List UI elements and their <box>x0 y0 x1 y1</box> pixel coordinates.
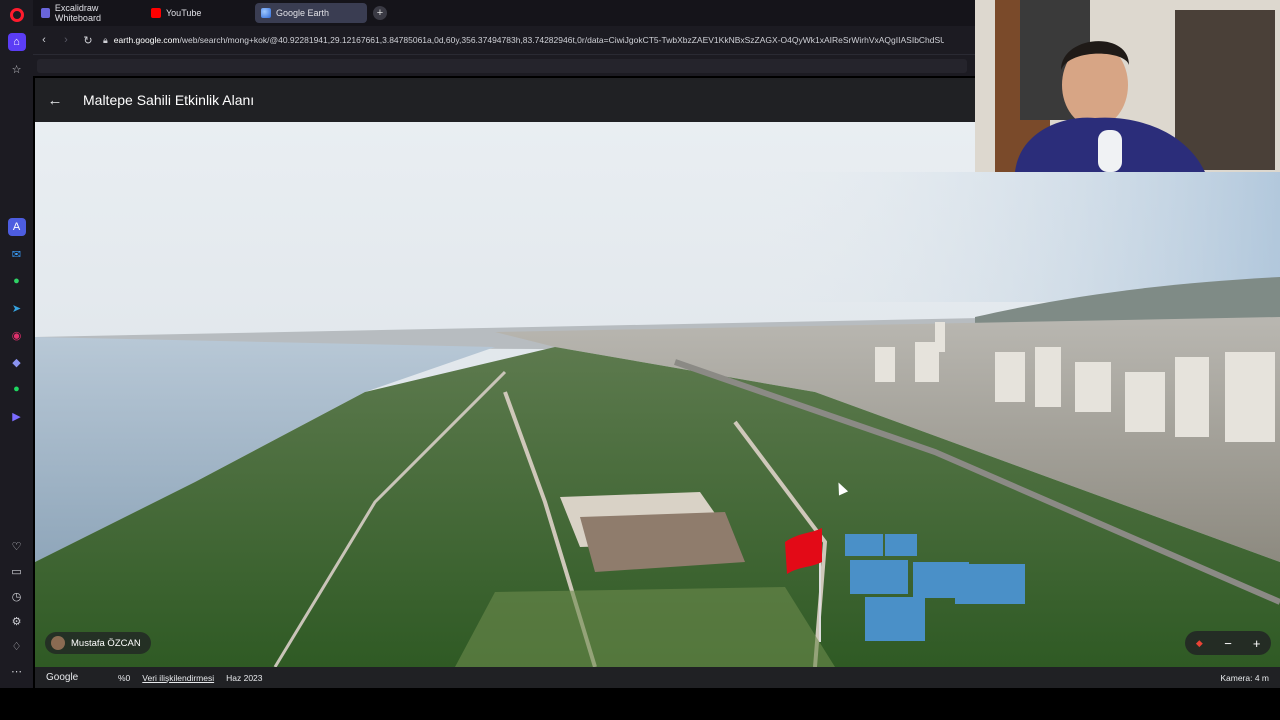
back-arrow-icon[interactable]: ← <box>35 92 75 109</box>
photo-attribution-chip[interactable]: Mustafa ÖZCAN <box>45 632 151 654</box>
excalidraw-icon <box>41 8 50 18</box>
whatsapp-icon[interactable]: ● <box>8 272 26 290</box>
author-name: Mustafa ÖZCAN <box>71 637 141 649</box>
instagram-icon[interactable]: ◉ <box>8 326 26 344</box>
data-attribution-link[interactable]: Veri ilişkilendirmesi <box>142 673 214 683</box>
google-earth-icon <box>261 8 271 18</box>
tab-youtube[interactable]: YouTube <box>145 3 253 23</box>
settings-icon[interactable]: ⚙ <box>8 612 26 630</box>
zoom-out-button[interactable]: − <box>1217 636 1239 651</box>
address-bar: ‹ › ↻ 🔒︎ earth.google.com/web/search/mon… <box>33 26 975 54</box>
compass-icon[interactable]: ◆ <box>1188 638 1210 649</box>
page-title: Maltepe Sahili Etkinlik Alanı <box>83 92 255 108</box>
tab-excalidraw[interactable]: Excalidraw Whiteboard <box>35 3 143 23</box>
tab-label: Excalidraw Whiteboard <box>54 3 101 23</box>
map-controls: ◆ − + <box>1185 631 1271 655</box>
forward-icon[interactable]: › <box>55 34 77 46</box>
youtube-icon <box>151 8 161 18</box>
author-avatar <box>51 636 65 650</box>
earth-footer: Google %0 Veri ilişkilendirmesi Haz 2023… <box>35 667 1280 688</box>
tab-label: Google Earth <box>276 8 330 18</box>
google-logo: Google <box>46 672 79 683</box>
opera-icon[interactable] <box>8 6 26 24</box>
aerial-photo[interactable] <box>35 122 1280 667</box>
aerial-view-image <box>35 122 1280 667</box>
tab-google-earth[interactable]: Google Earth <box>255 3 367 23</box>
tab-bar: Excalidraw Whiteboard YouTube Google Ear… <box>33 0 975 26</box>
reload-icon[interactable]: ↻ <box>77 34 99 47</box>
telegram-icon[interactable]: ➤ <box>8 299 26 317</box>
tab-label: YouTube <box>166 8 202 18</box>
url-field[interactable]: earth.google.com/web/search/mong+kok/@40… <box>114 35 944 45</box>
new-tab-button[interactable]: + <box>373 6 387 20</box>
history-icon[interactable]: ◷ <box>8 587 26 605</box>
browser-sidebar: ⌂ ☆ A ✉ ● ➤ ◉ ◆ ● ▶ ♡ ▭ ◷ ⚙ ♢ ⋯ <box>0 0 33 688</box>
more-icon[interactable]: ⋯ <box>8 662 26 680</box>
player-icon[interactable]: ▶ <box>8 407 26 425</box>
lightbulb-icon[interactable]: ♢ <box>8 637 26 655</box>
imagery-date: Haz 2023 <box>226 672 263 683</box>
bookmark-strip <box>37 59 967 73</box>
camera-altitude: Kamera: 4 m <box>1220 672 1269 683</box>
star-icon[interactable]: ☆ <box>8 60 26 78</box>
lock-icon: 🔒︎ <box>103 34 108 45</box>
scale-label: %0 <box>118 672 131 683</box>
back-icon[interactable]: ‹ <box>33 34 55 46</box>
messenger-icon[interactable]: ✉ <box>8 245 26 263</box>
discord-icon[interactable]: ◆ <box>8 353 26 371</box>
bookmark-bar <box>33 54 975 76</box>
message-icon[interactable]: ▭ <box>8 562 26 580</box>
home-icon[interactable]: ⌂ <box>7 33 26 51</box>
zoom-in-button[interactable]: + <box>1246 636 1268 651</box>
heart-icon[interactable]: ♡ <box>8 537 26 555</box>
webcam-overlay <box>975 0 1280 172</box>
webcam-image <box>975 0 1280 172</box>
aria-icon[interactable]: A <box>7 218 26 236</box>
spotify-icon[interactable]: ● <box>8 380 26 398</box>
